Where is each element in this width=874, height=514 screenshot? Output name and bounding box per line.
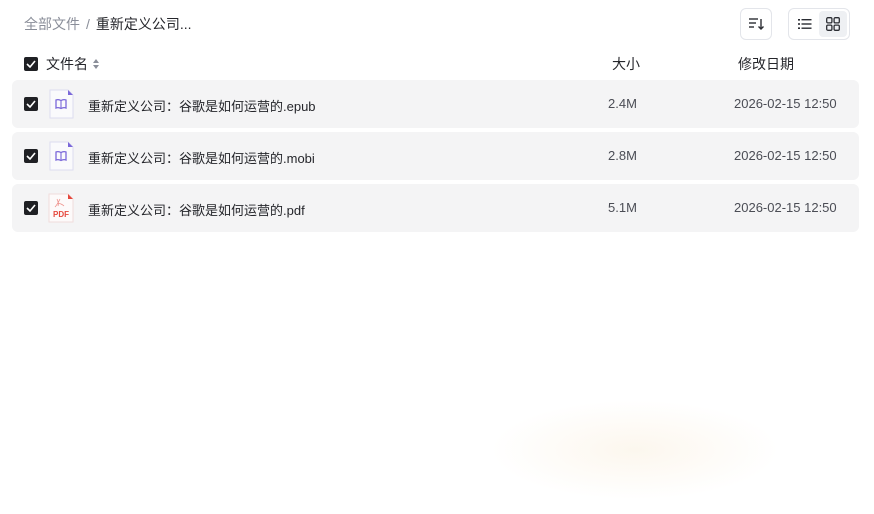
name-column-label: 文件名 [46,56,88,72]
pdf-file-icon: PDF [48,193,74,223]
sort-button[interactable] [740,8,772,40]
book-file-icon [49,141,74,171]
grid-view-icon [826,17,840,31]
checkmark-icon [26,100,36,108]
list-view-button[interactable] [791,11,819,37]
file-name[interactable]: 重新定义公司：谷歌是如何运营的.mobi [88,148,315,167]
background-glow [490,400,780,500]
name-column-header[interactable]: 文件名 [46,54,100,74]
view-toggle [788,8,850,40]
file-row[interactable]: 重新定义公司：谷歌是如何运营的.mobi 2.8M 2026-02-15 12:… [12,132,859,180]
row-checkbox[interactable] [24,97,38,111]
file-size: 5.1M [608,200,637,215]
row-checkbox[interactable] [24,201,38,215]
list-view-icon [798,19,812,29]
table-header: 文件名 大小 修改日期 [12,52,859,76]
grid-view-button[interactable] [819,11,847,37]
breadcrumb-current: 重新定义公司... [95,16,192,32]
breadcrumb-root-link[interactable]: 全部文件 [24,14,80,34]
checkmark-icon [26,152,36,160]
checkmark-icon [26,60,36,68]
checkmark-icon [26,204,36,212]
sort-icon [749,18,764,30]
pdf-label: PDF [53,210,69,219]
row-checkbox[interactable] [24,149,38,163]
sort-toggle-icon [93,59,99,69]
file-modified-date: 2026-02-15 12:50 [734,148,837,163]
breadcrumb: 全部文件 / 重新定义公司... [24,15,192,33]
file-row[interactable]: PDF 重新定义公司：谷歌是如何运营的.pdf 5.1M 2026-02-15 … [12,184,859,232]
file-modified-date: 2026-02-15 12:50 [734,96,837,111]
file-name[interactable]: 重新定义公司：谷歌是如何运营的.pdf [88,200,305,219]
file-size: 2.4M [608,96,637,111]
select-all-checkbox[interactable] [24,57,38,71]
file-size: 2.8M [608,148,637,163]
file-row[interactable]: 重新定义公司：谷歌是如何运营的.epub 2.4M 2026-02-15 12:… [12,80,859,128]
book-file-icon [49,89,74,119]
breadcrumb-separator: / [86,16,90,32]
file-name[interactable]: 重新定义公司：谷歌是如何运营的.epub [88,96,316,115]
file-modified-date: 2026-02-15 12:50 [734,200,837,215]
modified-column-header[interactable]: 修改日期 [738,54,794,74]
size-column-header[interactable]: 大小 [612,54,640,74]
